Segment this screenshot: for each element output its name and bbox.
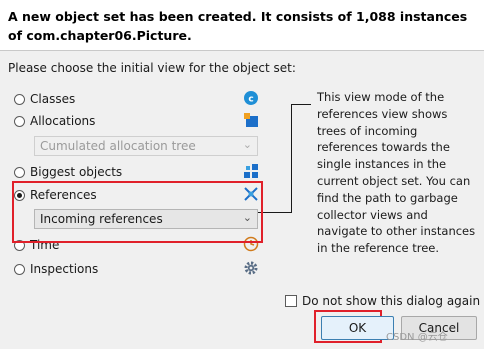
dialog-header: A new object set has been created. It co… — [0, 0, 484, 51]
radio-label: Biggest objects — [30, 165, 123, 179]
svg-text:c: c — [248, 95, 253, 105]
radio-label: Allocations — [30, 114, 96, 128]
classes-icon: c — [244, 91, 258, 105]
radio-button[interactable] — [14, 189, 25, 201]
allocations-view-combo[interactable]: Cumulated allocation tree ⌄ — [34, 136, 258, 156]
dont-show-again[interactable]: Do not show this dialog again — [285, 294, 480, 308]
watermark-text: CSDN @云仓 — [386, 332, 448, 343]
radio-references[interactable]: References — [14, 186, 97, 204]
references-icon — [244, 187, 258, 201]
radio-label: Inspections — [30, 262, 99, 276]
chevron-down-icon: ⌄ — [242, 211, 252, 224]
prompt-text: Please choose the initial view for the o… — [8, 61, 296, 75]
radio-inspections[interactable]: Inspections — [14, 260, 98, 278]
radio-button[interactable] — [14, 166, 25, 178]
biggest-objects-icon — [244, 164, 258, 178]
radio-label: Classes — [30, 92, 76, 106]
connector-line — [258, 212, 292, 213]
radio-biggest-objects[interactable]: Biggest objects — [14, 163, 122, 181]
radio-button[interactable] — [14, 263, 25, 275]
view-description: This view mode of the references view sh… — [317, 90, 476, 256]
chevron-down-icon: ⌄ — [242, 138, 252, 151]
header-message: A new object set has been created. It co… — [8, 9, 468, 43]
radio-label: References — [30, 188, 97, 202]
combo-value: Incoming references — [40, 212, 163, 226]
radio-allocations[interactable]: Allocations — [14, 112, 95, 130]
checkbox-label: Do not show this dialog again — [302, 294, 481, 308]
radio-button[interactable] — [14, 239, 25, 251]
radio-time[interactable]: Time — [14, 236, 59, 254]
radio-button[interactable] — [14, 93, 25, 105]
time-icon — [243, 236, 259, 252]
gear-icon — [244, 261, 258, 275]
references-view-combo[interactable]: Incoming references ⌄ — [34, 209, 258, 229]
allocations-icon — [244, 113, 258, 127]
connector-line — [291, 104, 311, 105]
radio-button[interactable] — [14, 115, 25, 127]
radio-classes[interactable]: Classes — [14, 90, 75, 108]
connector-line — [291, 104, 292, 213]
ok-button[interactable]: OK — [321, 316, 394, 340]
combo-value: Cumulated allocation tree — [40, 139, 196, 153]
radio-label: Time — [30, 238, 60, 252]
checkbox[interactable] — [285, 295, 297, 307]
